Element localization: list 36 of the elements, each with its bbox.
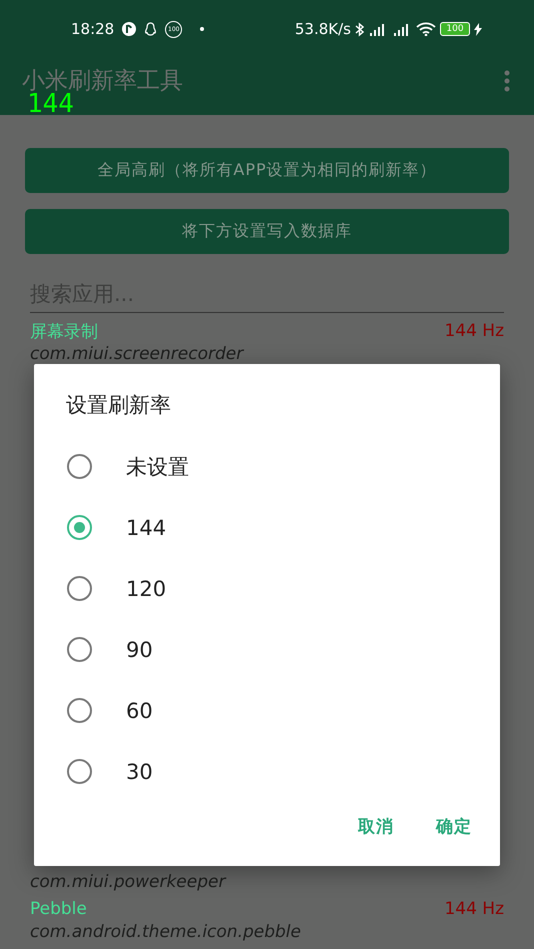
charging-bolt-icon — [474, 22, 482, 36]
radio-button[interactable] — [67, 759, 92, 784]
action-button[interactable]: 全局高刷（将所有APP设置为相同的刷新率） — [25, 148, 509, 193]
dialog-button[interactable]: 确定 — [426, 809, 482, 844]
option-label: 144 — [126, 516, 166, 540]
app-title: 小米刷新率工具 — [22, 67, 183, 94]
more-menu-icon[interactable] — [504, 70, 510, 92]
dot-icon — [200, 27, 204, 31]
radio-button[interactable] — [67, 515, 92, 540]
penguin-icon — [144, 22, 158, 36]
clock-time: 18:28 — [71, 20, 114, 38]
radio-button[interactable] — [67, 454, 92, 479]
app-name: 屏幕录制 — [30, 320, 98, 342]
dialog-title: 设置刷新率 — [65, 392, 172, 419]
app-name: Pebble — [30, 899, 87, 919]
radio-button[interactable] — [67, 698, 92, 723]
package-name: com.android.theme.icon.pebble — [30, 921, 302, 943]
app-notification-icon — [122, 22, 136, 36]
package-name: com.miui.screenrecorder — [30, 343, 245, 365]
bluetooth-icon — [355, 22, 364, 36]
option-label: 未设置 — [126, 454, 189, 480]
radio-button[interactable] — [67, 637, 92, 662]
dialog-button[interactable]: 取消 — [348, 809, 404, 844]
battery-level: 100 — [440, 22, 470, 36]
option-label: 120 — [126, 576, 166, 600]
refresh-rate-overlay: 144 — [27, 93, 74, 115]
wifi-icon — [416, 22, 436, 36]
option-label: 30 — [126, 760, 153, 784]
option-label: 90 — [126, 638, 153, 662]
network-speed: 53.8K/s — [294, 20, 351, 38]
radio-button[interactable] — [67, 576, 92, 601]
package-name: com.miui.powerkeeper — [30, 871, 228, 893]
option-label: 60 — [126, 698, 153, 722]
refresh-rate: 144 Hz — [444, 899, 504, 919]
action-button[interactable]: 将下方设置写入数据库 — [25, 209, 509, 254]
refresh-rate: 144 Hz — [444, 321, 504, 341]
